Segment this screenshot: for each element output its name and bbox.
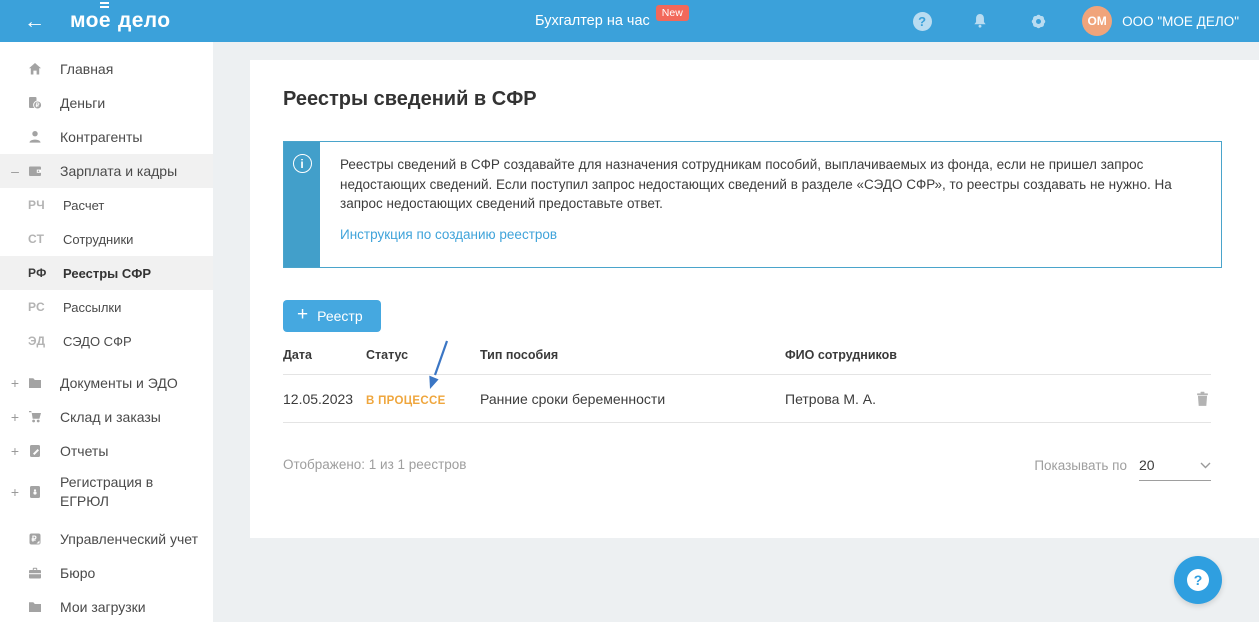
back-arrow-icon[interactable]: ← bbox=[24, 11, 45, 32]
info-banner-stripe: i bbox=[284, 142, 320, 267]
sidebar-nav: Главная ₽ Деньги Контрагенты – Зарплата … bbox=[0, 42, 213, 622]
management-icon: ₽ bbox=[27, 531, 45, 547]
expand-plus-icon[interactable]: + bbox=[8, 375, 22, 391]
home-icon bbox=[27, 61, 45, 77]
logo-accented-letter: е bbox=[98, 6, 111, 32]
downloads-folder-icon bbox=[27, 599, 45, 615]
logo-text-part2: дело bbox=[117, 9, 171, 32]
col-header-benefit-type: Тип пособия bbox=[480, 348, 559, 362]
expand-plus-icon[interactable]: + bbox=[8, 484, 22, 500]
sidebar-item-warehouse[interactable]: + Склад и заказы bbox=[0, 400, 213, 434]
info-banner-text: Реестры сведений в СФР создавайте для на… bbox=[340, 157, 1172, 212]
top-header: ← мо е дело Бухгалтер на час New ? ОМ ООО … bbox=[0, 0, 1259, 42]
instruction-link[interactable]: Инструкция по созданию реестров bbox=[340, 227, 557, 242]
page-title: Реестры сведений в СФР bbox=[283, 88, 537, 110]
add-registry-button[interactable]: + Реестр bbox=[283, 300, 381, 332]
company-name[interactable]: ООО "МОЕ ДЕЛО" bbox=[1122, 14, 1239, 29]
sidebar-item-reports[interactable]: + Отчеты bbox=[0, 434, 213, 468]
money-icon: ₽ bbox=[27, 95, 45, 111]
chevron-down-icon bbox=[1200, 462, 1211, 468]
sidebar-item-sotrudniki[interactable]: СТ Сотрудники bbox=[0, 222, 213, 256]
row-benefit-type: Ранние сроки беременности bbox=[480, 390, 666, 407]
delete-trash-icon[interactable] bbox=[1194, 390, 1211, 408]
registries-card: Реестры сведений в СФР i Реестры сведени… bbox=[250, 60, 1259, 538]
sidebar-item-documents[interactable]: + Документы и ЭДО bbox=[0, 366, 213, 400]
sidebar-item-money[interactable]: ₽ Деньги bbox=[0, 86, 213, 120]
row-date: 12.05.2023 bbox=[283, 390, 354, 407]
svg-text:₽: ₽ bbox=[31, 535, 36, 544]
table-footer: Отображено: 1 из 1 реестров Показывать п… bbox=[283, 457, 1211, 481]
app-logo[interactable]: мо е дело bbox=[70, 6, 171, 33]
expand-plus-icon[interactable]: + bbox=[8, 409, 22, 425]
collapse-minus-icon[interactable]: – bbox=[8, 163, 22, 179]
sidebar-item-rassylki[interactable]: РС Рассылки bbox=[0, 290, 213, 324]
main-content: Реестры сведений в СФР i Реестры сведени… bbox=[213, 42, 1259, 622]
sidebar-item-bureau[interactable]: Бюро bbox=[0, 556, 213, 590]
col-header-date: Дата bbox=[283, 348, 312, 362]
registration-icon bbox=[27, 484, 45, 500]
notifications-bell-icon[interactable] bbox=[970, 11, 990, 31]
sidebar-item-sedo-sfr[interactable]: ЭД СЭДО СФР bbox=[0, 324, 213, 358]
registries-table: Дата Статус Тип пособия ФИО сотрудников … bbox=[283, 348, 1211, 423]
logo-text-part1: мо bbox=[70, 9, 99, 32]
sidebar-item-raschet[interactable]: РЧ Расчет bbox=[0, 188, 213, 222]
sidebar-item-reestry-sfr[interactable]: РФ Реестры СФР bbox=[0, 256, 213, 290]
sidebar-item-home[interactable]: Главная bbox=[0, 52, 213, 86]
col-header-employees: ФИО сотрудников bbox=[785, 348, 897, 362]
reports-icon bbox=[27, 443, 45, 459]
warehouse-icon bbox=[27, 409, 45, 425]
help-fab-button[interactable]: ? bbox=[1174, 556, 1222, 604]
info-banner: i Реестры сведений в СФР создавайте для … bbox=[283, 141, 1222, 268]
promo-link[interactable]: Бухгалтер на час New bbox=[535, 0, 689, 42]
settings-gear-icon[interactable] bbox=[1028, 11, 1048, 31]
expand-plus-icon[interactable]: + bbox=[8, 443, 22, 459]
question-icon: ? bbox=[1187, 569, 1209, 591]
help-icon[interactable]: ? bbox=[912, 11, 932, 31]
per-page-label: Показывать по bbox=[1034, 458, 1127, 473]
sidebar-item-downloads[interactable]: Мои загрузки bbox=[0, 590, 213, 622]
row-status-badge: В ПРОЦЕССЕ bbox=[366, 394, 446, 407]
col-header-status: Статус bbox=[366, 348, 409, 362]
sidebar-item-management[interactable]: ₽ Управленческий учет bbox=[0, 522, 213, 556]
contractors-icon bbox=[27, 129, 45, 145]
plus-icon: + bbox=[297, 304, 309, 325]
svg-text:₽: ₽ bbox=[36, 102, 40, 109]
user-avatar[interactable]: ОМ bbox=[1082, 6, 1113, 36]
sidebar-item-registration[interactable]: + Регистрация в ЕГРЮЛ bbox=[0, 468, 213, 516]
per-page-select[interactable]: 20 bbox=[1139, 457, 1211, 481]
info-icon: i bbox=[292, 154, 312, 173]
table-row[interactable]: 12.05.2023 В ПРОЦЕССЕ Ранние сроки берем… bbox=[283, 375, 1211, 423]
sidebar-item-salary[interactable]: – Зарплата и кадры bbox=[0, 154, 213, 188]
per-page-control: Показывать по 20 bbox=[1034, 457, 1211, 481]
documents-icon bbox=[27, 375, 45, 391]
promo-label: Бухгалтер на час bbox=[535, 13, 650, 29]
header-actions: ? ОМ ООО "МОЕ ДЕЛО" bbox=[874, 6, 1259, 36]
per-page-value: 20 bbox=[1139, 457, 1155, 473]
bureau-icon bbox=[27, 565, 45, 581]
table-header-row: Дата Статус Тип пособия ФИО сотрудников bbox=[283, 348, 1211, 375]
salary-icon bbox=[27, 163, 45, 179]
row-employees: Петрова М. А. bbox=[785, 390, 876, 407]
shown-count-text: Отображено: 1 из 1 реестров bbox=[283, 457, 467, 472]
new-badge: New bbox=[655, 5, 689, 21]
sidebar-item-contractors[interactable]: Контрагенты bbox=[0, 120, 213, 154]
